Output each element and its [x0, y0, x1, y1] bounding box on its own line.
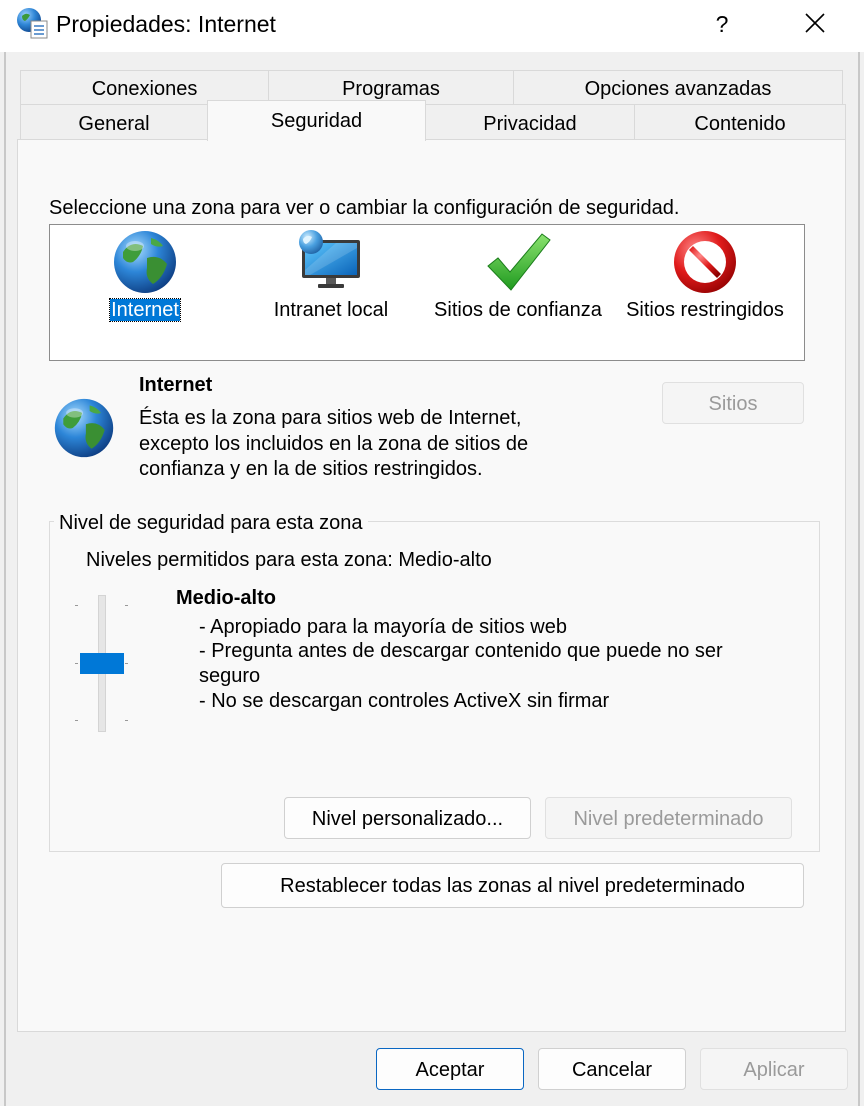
- globe-icon: [111, 228, 179, 296]
- apply-button[interactable]: Aplicar: [700, 1048, 848, 1090]
- level-detail-1: - Apropiado para la mayoría de sitios we…: [199, 616, 567, 638]
- cancel-button[interactable]: Cancelar: [538, 1048, 686, 1090]
- close-icon: [805, 13, 825, 33]
- zone-sitios-de-confianza-label: Sitios de confianza: [434, 299, 602, 321]
- zone-list[interactable]: Internet Intranet local Sitios de confia…: [49, 224, 805, 361]
- window-border-left: [4, 52, 6, 1106]
- tab-contenido[interactable]: Contenido: [634, 104, 846, 140]
- tab-general[interactable]: General: [20, 104, 208, 140]
- zone-intranet-local[interactable]: Intranet local: [236, 225, 426, 362]
- no-entry-icon: [671, 228, 739, 296]
- security-level-slider-thumb[interactable]: [80, 653, 124, 674]
- zone-sitios-restringidos-label: Sitios restringidos: [626, 299, 784, 321]
- zone-info-name: Internet: [139, 374, 213, 396]
- internet-options-icon: [16, 6, 50, 40]
- level-detail-3: seguro: [199, 665, 261, 687]
- tab-opciones-avanzadas[interactable]: Opciones avanzadas: [513, 70, 843, 105]
- level-detail-2: - Pregunta antes de descargar contenido …: [199, 640, 723, 662]
- slider-tick: [75, 663, 78, 664]
- slider-tick: [125, 663, 128, 664]
- intranet-monitor-icon: [296, 228, 364, 296]
- level-detail-4: - No se descargan controles ActiveX sin …: [199, 690, 610, 712]
- close-button[interactable]: [784, 0, 848, 48]
- allowed-levels-label: Niveles permitidos para esta zona: Medio…: [86, 549, 492, 571]
- zone-sitios-de-confianza[interactable]: Sitios de confianza: [423, 225, 613, 362]
- window-title: Propiedades: Internet: [56, 11, 276, 37]
- tab-privacidad[interactable]: Privacidad: [425, 104, 635, 140]
- zone-prompt-label: Seleccione una zona para ver o cambiar l…: [49, 197, 680, 219]
- reset-all-zones-button[interactable]: Restablecer todas las zonas al nivel pre…: [221, 863, 804, 908]
- checkmark-icon: [484, 228, 552, 296]
- default-level-button[interactable]: Nivel predeterminado: [545, 797, 792, 839]
- zone-info-description-line-1: Ésta es la zona para sitios web de Inter…: [139, 407, 522, 429]
- zone-info-globe-icon: [52, 396, 116, 460]
- slider-tick: [75, 605, 78, 606]
- window-border-right: [858, 52, 860, 1106]
- zone-sitios-restringidos[interactable]: Sitios restringidos: [610, 225, 800, 362]
- slider-tick: [125, 720, 128, 721]
- security-level-group-title: Nivel de seguridad para esta zona: [54, 511, 368, 535]
- zone-internet[interactable]: Internet: [50, 225, 240, 362]
- help-button[interactable]: ?: [690, 0, 754, 48]
- level-name: Medio-alto: [176, 587, 276, 609]
- sites-button[interactable]: Sitios: [662, 382, 804, 424]
- ok-button[interactable]: Aceptar: [376, 1048, 524, 1090]
- zone-internet-label: Internet: [109, 298, 181, 322]
- slider-tick: [125, 605, 128, 606]
- tab-seguridad[interactable]: Seguridad: [207, 100, 426, 141]
- zone-info-description-line-3: confianza y en la de sitios restringidos…: [139, 458, 483, 480]
- slider-tick: [75, 720, 78, 721]
- custom-level-button[interactable]: Nivel personalizado...: [284, 797, 531, 839]
- zone-info-description-line-2: excepto los incluidos en la zona de siti…: [139, 433, 529, 455]
- zone-intranet-local-label: Intranet local: [273, 299, 389, 321]
